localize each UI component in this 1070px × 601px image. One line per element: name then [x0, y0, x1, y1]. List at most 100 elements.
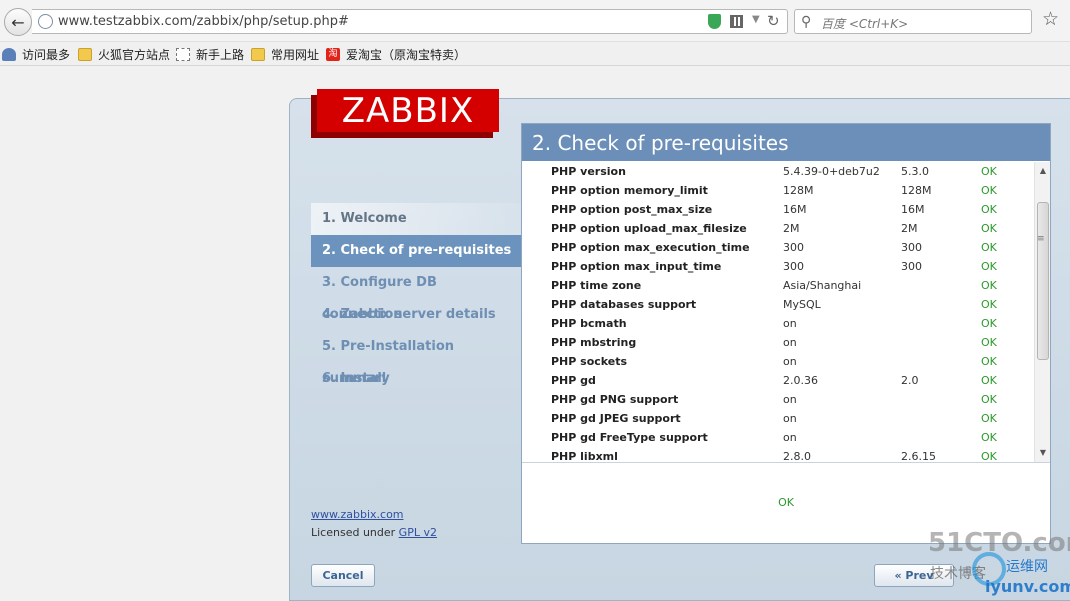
requirement-name: PHP option post_max_size — [551, 203, 713, 216]
required-value: 2M — [901, 222, 918, 235]
status-ok: OK — [981, 203, 997, 216]
status-ok: OK — [981, 412, 997, 425]
requirement-name: PHP databases support — [551, 298, 697, 311]
back-button[interactable]: ← — [4, 8, 32, 36]
bookmark-most-visited[interactable]: 访问最多 — [2, 46, 70, 63]
step-check-prerequisites: 2. Check of pre-requisites — [311, 235, 521, 267]
requirement-name: PHP gd PNG support — [551, 393, 679, 406]
step-configure-db: 3. Configure DB connection — [322, 275, 437, 322]
current-value: on — [783, 336, 797, 349]
current-value: MySQL — [783, 298, 821, 311]
requirement-row: PHP option max_input_time 300 300 OK — [522, 257, 1034, 276]
requirement-name: PHP option max_execution_time — [551, 241, 750, 254]
divider — [522, 462, 1050, 463]
panel-title: 2. Check of pre-requisites — [522, 124, 1050, 161]
current-value: 2M — [783, 222, 800, 235]
requirement-row: PHP libxml 2.8.0 2.6.15 OK — [522, 447, 1034, 462]
requirement-row: PHP time zone Asia/Shanghai OK — [522, 276, 1034, 295]
folder-icon — [78, 48, 92, 61]
current-value: on — [783, 317, 797, 330]
scroll-down-icon[interactable]: ▼ — [1035, 446, 1051, 460]
reload-icon[interactable]: ↻ — [767, 12, 780, 30]
bookmark-firefox-site[interactable]: 火狐官方站点 — [78, 46, 170, 63]
qr-code-icon[interactable] — [730, 15, 743, 28]
required-value: 128M — [901, 184, 932, 197]
prerequisites-panel: 2. Check of pre-requisites PHP version 5.… — [521, 123, 1051, 544]
status-ok: OK — [981, 165, 997, 178]
step-welcome: 1. Welcome — [311, 203, 521, 235]
scroll-up-icon[interactable]: ▲ — [1035, 164, 1051, 178]
status-ok: OK — [981, 241, 997, 254]
status-ok: OK — [981, 431, 997, 444]
required-value: 2.6.15 — [901, 450, 936, 462]
requirement-name: PHP gd FreeType support — [551, 431, 708, 444]
current-value: on — [783, 412, 797, 425]
required-value: 5.3.0 — [901, 165, 929, 178]
requirement-row: PHP gd PNG support on OK — [522, 390, 1034, 409]
step-install: 6. Install — [322, 371, 387, 386]
requirement-row: PHP option max_execution_time 300 300 OK — [522, 238, 1034, 257]
scrollbar-thumb[interactable] — [1037, 202, 1049, 360]
bookmark-taobao[interactable]: 淘爱淘宝（原淘宝特卖） — [326, 46, 466, 63]
current-value: on — [783, 431, 797, 444]
summary-status: OK — [778, 496, 794, 509]
requirement-row: PHP version 5.4.39-0+deb7u2 5.3.0 OK — [522, 162, 1034, 181]
requirement-name: PHP mbstring — [551, 336, 637, 349]
search-input[interactable]: ⚲ 百度 <Ctrl+K> — [794, 9, 1032, 34]
requirement-name: PHP option upload_max_filesize — [551, 222, 747, 235]
requirement-name: PHP gd — [551, 374, 596, 387]
shield-icon[interactable] — [708, 14, 721, 29]
bookmarks-bar: 访问最多 火狐官方站点 新手上路 常用网址 淘爱淘宝（原淘宝特卖） — [0, 42, 1070, 66]
watermark-51cto: 51CTO.com — [928, 528, 1070, 558]
requirement-row: PHP sockets on OK — [522, 352, 1034, 371]
requirement-name: PHP bcmath — [551, 317, 627, 330]
scrollbar[interactable]: ▲ ≡ ▼ — [1034, 162, 1050, 462]
step-server-details: 4. Zabbix server details — [322, 307, 496, 322]
current-value: 16M — [783, 203, 807, 216]
status-ok: OK — [981, 393, 997, 406]
cancel-button[interactable]: Cancel — [311, 564, 375, 587]
search-icon: ⚲ — [801, 14, 812, 30]
back-arrow-icon: ← — [11, 12, 25, 32]
status-ok: OK — [981, 317, 997, 330]
requirement-row: PHP option memory_limit 128M 128M OK — [522, 181, 1034, 200]
requirement-row: PHP option upload_max_filesize 2M 2M OK — [522, 219, 1034, 238]
setup-steps: 1. Welcome 2. Check of pre-requisites 3.… — [311, 203, 521, 395]
status-ok: OK — [981, 222, 997, 235]
watermark-iyunv: iyunv.com — [985, 577, 1070, 596]
current-value: 5.4.39-0+deb7u2 — [783, 165, 880, 178]
dropdown-arrow-icon[interactable]: ▼ — [752, 14, 760, 25]
bookmark-getting-started[interactable]: 新手上路 — [176, 46, 244, 63]
zabbix-logo: ZABBIX — [317, 89, 499, 132]
browser-toolbar: ← www.testzabbix.com/zabbix/php/setup.ph… — [0, 0, 1070, 42]
requirement-row: PHP bcmath on OK — [522, 314, 1034, 333]
requirements-list[interactable]: PHP version 5.4.39-0+deb7u2 5.3.0 OK PHP opt… — [522, 162, 1034, 462]
gpl-license-link[interactable]: GPL v2 — [399, 526, 437, 539]
required-value: 300 — [901, 260, 922, 273]
requirement-row: PHP option post_max_size 16M 16M OK — [522, 200, 1034, 219]
bookmark-common-sites[interactable]: 常用网址 — [251, 46, 319, 63]
current-value: 2.0.36 — [783, 374, 818, 387]
taobao-icon: 淘 — [326, 48, 340, 61]
current-value: 300 — [783, 241, 804, 254]
requirement-row: PHP gd 2.0.36 2.0 OK — [522, 371, 1034, 390]
status-ok: OK — [981, 450, 997, 462]
requirement-name: PHP option max_input_time — [551, 260, 722, 273]
requirement-name: PHP sockets — [551, 355, 628, 368]
status-ok: OK — [981, 184, 997, 197]
url-text[interactable]: www.testzabbix.com/zabbix/php/setup.php# — [58, 14, 349, 29]
requirement-name: PHP option memory_limit — [551, 184, 708, 197]
status-ok: OK — [981, 260, 997, 273]
address-bar[interactable]: www.testzabbix.com/zabbix/php/setup.php#… — [32, 9, 788, 34]
current-value: on — [783, 393, 797, 406]
step-preinstall-summary: 5. Pre-Installation summary — [322, 339, 455, 386]
zabbix-website-link[interactable]: www.zabbix.com — [311, 508, 404, 521]
requirement-name: PHP version — [551, 165, 626, 178]
page-icon — [176, 48, 190, 61]
requirement-name: PHP time zone — [551, 279, 642, 292]
current-value: 128M — [783, 184, 814, 197]
bookmark-star-icon[interactable]: ☆ — [1042, 8, 1059, 30]
requirement-row: PHP databases support MySQL OK — [522, 295, 1034, 314]
globe-icon — [38, 14, 53, 29]
folder-icon — [251, 48, 265, 61]
